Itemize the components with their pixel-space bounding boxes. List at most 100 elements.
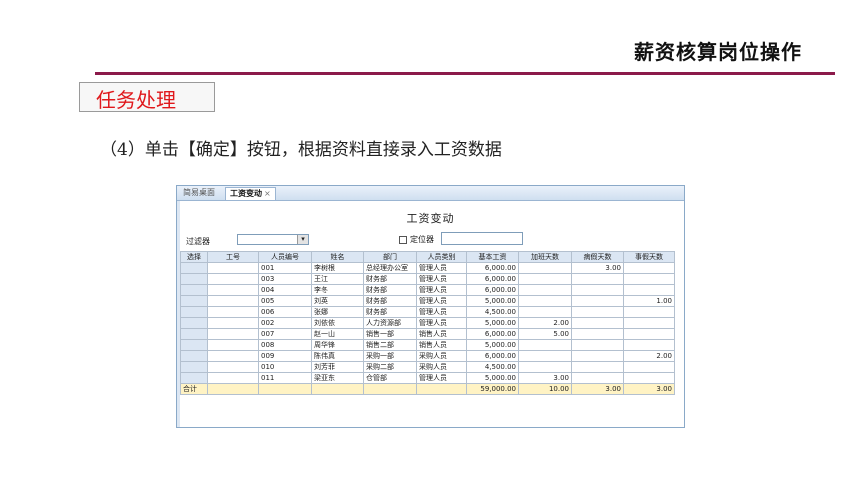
table-cell[interactable]: 008 <box>258 339 312 351</box>
table-cell[interactable] <box>207 262 259 274</box>
table-cell[interactable] <box>207 273 259 285</box>
table-cell[interactable] <box>518 284 572 296</box>
select-cell[interactable] <box>180 306 208 318</box>
table-cell[interactable]: 财务部 <box>363 273 417 285</box>
table-cell[interactable] <box>623 317 675 329</box>
filter-select[interactable]: ▾ <box>237 234 309 245</box>
table-cell[interactable]: 采购人员 <box>416 361 467 373</box>
table-cell[interactable] <box>207 372 259 384</box>
table-cell[interactable] <box>571 339 624 351</box>
table-row[interactable]: 009 陈伟真 采购一部 采购人员 6,000.00 2.00 <box>180 350 675 362</box>
table-cell[interactable] <box>207 284 259 296</box>
table-cell[interactable]: 财务部 <box>363 295 417 307</box>
select-cell[interactable] <box>180 328 208 340</box>
table-cell[interactable] <box>623 262 675 274</box>
table-cell[interactable]: 刘芳菲 <box>311 361 364 373</box>
select-cell[interactable] <box>180 361 208 373</box>
table-cell[interactable]: 001 <box>258 262 312 274</box>
table-cell[interactable]: 010 <box>258 361 312 373</box>
table-row[interactable]: 011 梁亚东 仓管部 管理人员 5,000.00 3.00 <box>180 372 675 384</box>
table-cell[interactable]: 刘依依 <box>311 317 364 329</box>
table-cell[interactable]: 6,000.00 <box>466 328 519 340</box>
table-cell[interactable] <box>571 328 624 340</box>
table-cell[interactable]: 周华锋 <box>311 339 364 351</box>
table-cell[interactable]: 6,000.00 <box>466 284 519 296</box>
table-cell[interactable]: 5,000.00 <box>466 295 519 307</box>
column-header[interactable]: 人员编号 <box>258 251 312 263</box>
table-cell[interactable]: 财务部 <box>363 306 417 318</box>
table-cell[interactable]: 张娜 <box>311 306 364 318</box>
table-cell[interactable]: 5.00 <box>518 328 572 340</box>
table-cell[interactable] <box>207 350 259 362</box>
table-cell[interactable]: 仓管部 <box>363 372 417 384</box>
table-cell[interactable] <box>207 306 259 318</box>
table-cell[interactable]: 销售人员 <box>416 328 467 340</box>
table-cell[interactable] <box>518 339 572 351</box>
select-cell[interactable] <box>180 350 208 362</box>
table-row[interactable]: 002 刘依依 人力资源部 管理人员 5,000.00 2.00 <box>180 317 675 329</box>
table-cell[interactable]: 6,000.00 <box>466 273 519 285</box>
table-cell[interactable]: 销售二部 <box>363 339 417 351</box>
table-row[interactable]: 003 王江 财务部 管理人员 6,000.00 <box>180 273 675 285</box>
table-cell[interactable]: 总经理办公室 <box>363 262 417 274</box>
column-header[interactable]: 基本工资 <box>466 251 519 263</box>
table-cell[interactable]: 3.00 <box>571 262 624 274</box>
table-cell[interactable]: 陈伟真 <box>311 350 364 362</box>
table-cell[interactable]: 管理人员 <box>416 295 467 307</box>
column-header[interactable]: 工号 <box>207 251 259 263</box>
table-cell[interactable] <box>623 339 675 351</box>
table-cell[interactable]: 销售一部 <box>363 328 417 340</box>
table-row[interactable]: 005 刘英 财务部 管理人员 5,000.00 1.00 <box>180 295 675 307</box>
column-header[interactable]: 病假天数 <box>571 251 624 263</box>
table-cell[interactable]: 6,000.00 <box>466 262 519 274</box>
table-cell[interactable]: 005 <box>258 295 312 307</box>
table-cell[interactable] <box>571 317 624 329</box>
locate-checkbox[interactable] <box>399 235 407 244</box>
column-header[interactable]: 姓名 <box>311 251 364 263</box>
table-cell[interactable] <box>518 262 572 274</box>
table-row[interactable]: 006 张娜 财务部 管理人员 4,500.00 <box>180 306 675 318</box>
table-cell[interactable]: 006 <box>258 306 312 318</box>
table-row[interactable]: 007 赵一山 销售一部 销售人员 6,000.00 5.00 <box>180 328 675 340</box>
table-cell[interactable]: 管理人员 <box>416 372 467 384</box>
select-cell[interactable] <box>180 372 208 384</box>
table-cell[interactable]: 刘英 <box>311 295 364 307</box>
tab-simple-desktop[interactable]: 简易桌面 <box>179 187 219 199</box>
table-cell[interactable]: 4,500.00 <box>466 306 519 318</box>
table-cell[interactable]: 009 <box>258 350 312 362</box>
chevron-down-icon[interactable]: ▾ <box>297 235 308 244</box>
select-cell[interactable] <box>180 317 208 329</box>
select-cell[interactable] <box>180 262 208 274</box>
table-cell[interactable] <box>571 273 624 285</box>
select-cell[interactable] <box>180 295 208 307</box>
table-cell[interactable] <box>518 295 572 307</box>
table-cell[interactable] <box>518 306 572 318</box>
table-cell[interactable] <box>571 306 624 318</box>
table-cell[interactable]: 人力资源部 <box>363 317 417 329</box>
column-header[interactable]: 部门 <box>363 251 417 263</box>
table-cell[interactable]: 1.00 <box>623 295 675 307</box>
table-cell[interactable]: 管理人员 <box>416 262 467 274</box>
table-cell[interactable]: 011 <box>258 372 312 384</box>
locate-input[interactable] <box>441 232 523 245</box>
column-header[interactable]: 选择 <box>180 251 208 263</box>
table-cell[interactable] <box>207 295 259 307</box>
table-cell[interactable] <box>571 284 624 296</box>
tab-salary-change[interactable]: 工资变动 × <box>225 187 276 200</box>
select-cell[interactable] <box>180 273 208 285</box>
table-cell[interactable]: 5,000.00 <box>466 339 519 351</box>
table-cell[interactable]: 李冬 <box>311 284 364 296</box>
table-cell[interactable]: 管理人员 <box>416 284 467 296</box>
table-cell[interactable]: 管理人员 <box>416 317 467 329</box>
table-cell[interactable]: 2.00 <box>623 350 675 362</box>
table-cell[interactable] <box>207 339 259 351</box>
table-cell[interactable] <box>623 273 675 285</box>
locate-checkbox-group[interactable]: 定位器 <box>399 234 434 245</box>
table-cell[interactable] <box>571 372 624 384</box>
table-cell[interactable]: 李树根 <box>311 262 364 274</box>
table-cell[interactable]: 销售人员 <box>416 339 467 351</box>
table-cell[interactable] <box>518 273 572 285</box>
select-cell[interactable] <box>180 339 208 351</box>
table-cell[interactable] <box>623 284 675 296</box>
table-cell[interactable]: 管理人员 <box>416 306 467 318</box>
